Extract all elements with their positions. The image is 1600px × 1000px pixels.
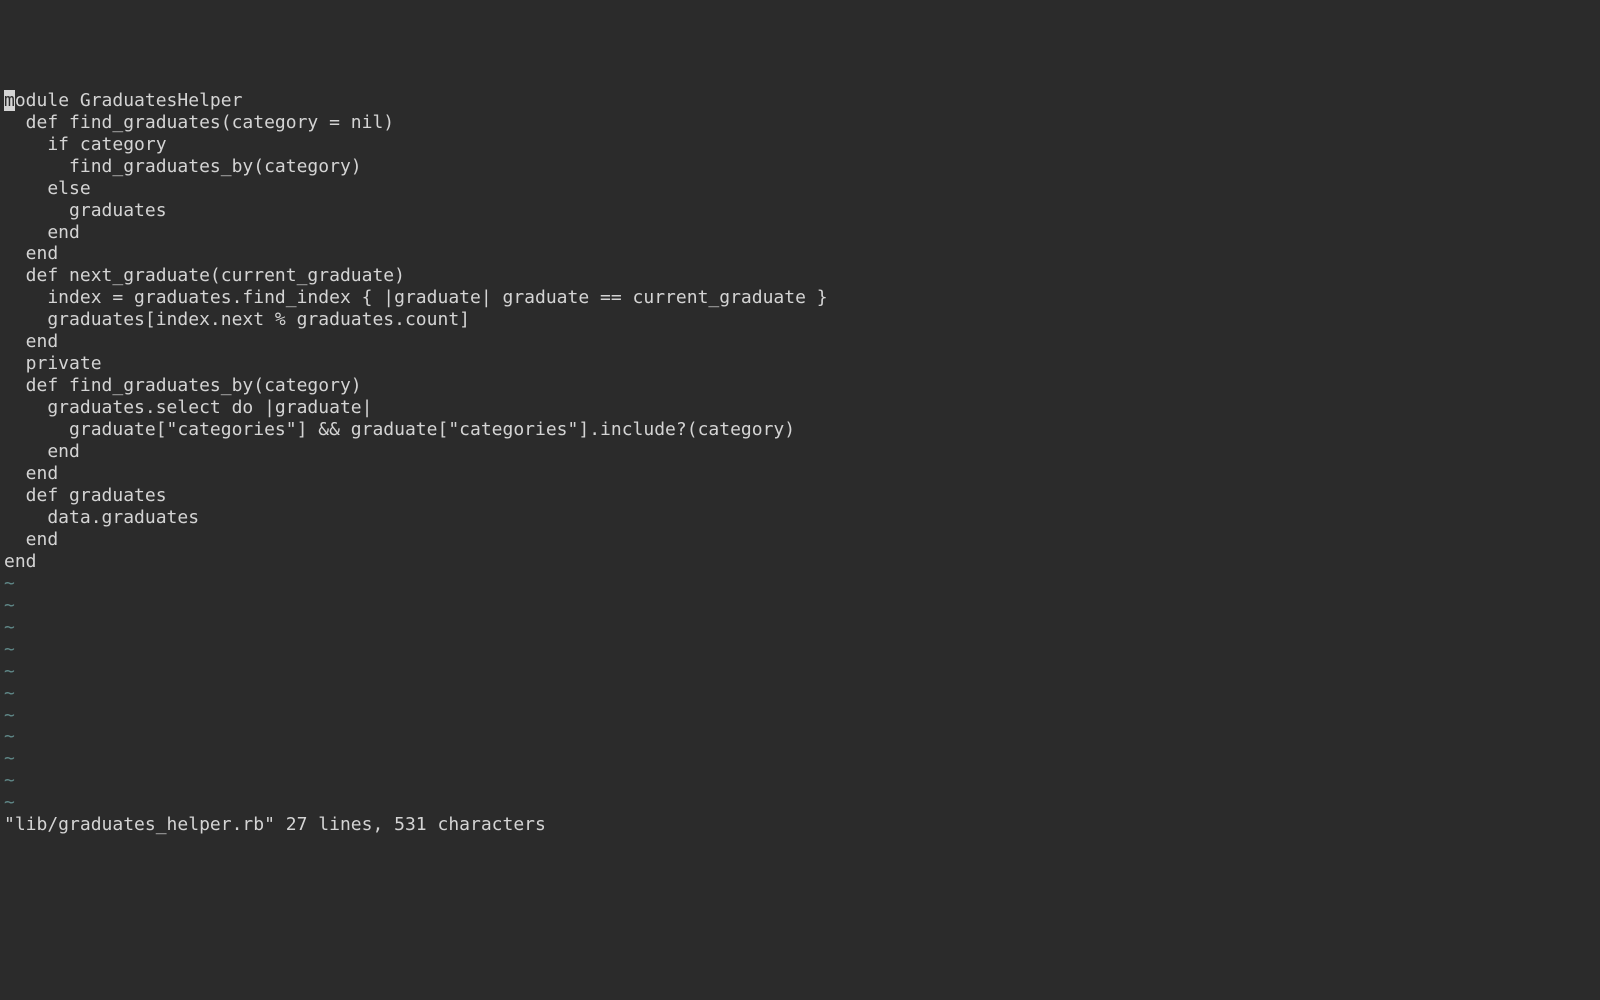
tilde-line: ~ xyxy=(4,792,1596,814)
code-line: end xyxy=(4,529,1596,551)
code-line: def find_graduates(category = nil) xyxy=(4,112,1596,134)
tilde-line: ~ xyxy=(4,748,1596,770)
code-line: end xyxy=(4,243,1596,265)
code-line: find_graduates_by(category) xyxy=(4,156,1596,178)
tilde-line: ~ xyxy=(4,705,1596,727)
code-line: graduates.select do |graduate| xyxy=(4,397,1596,419)
code-line: def next_graduate(current_graduate) xyxy=(4,265,1596,287)
code-line: def graduates xyxy=(4,485,1596,507)
code-line: end xyxy=(4,441,1596,463)
tilde-line: ~ xyxy=(4,639,1596,661)
code-line: else xyxy=(4,178,1596,200)
code-line: index = graduates.find_index { |graduate… xyxy=(4,287,1596,309)
code-text: odule GraduatesHelper xyxy=(15,90,243,111)
tilde-line: ~ xyxy=(4,617,1596,639)
code-line: if category xyxy=(4,134,1596,156)
vim-editor[interactable]: module GraduatesHelper def find_graduate… xyxy=(4,90,1596,836)
tilde-line: ~ xyxy=(4,770,1596,792)
code-line: end xyxy=(4,551,1596,573)
tilde-line: ~ xyxy=(4,573,1596,595)
tilde-line: ~ xyxy=(4,595,1596,617)
vim-status-line: "lib/graduates_helper.rb" 27 lines, 531 … xyxy=(4,814,546,835)
tilde-container: ~~~~~~~~~~~ xyxy=(4,573,1596,814)
tilde-line: ~ xyxy=(4,683,1596,705)
tilde-line: ~ xyxy=(4,726,1596,748)
code-line: graduate["categories"] && graduate["cate… xyxy=(4,419,1596,441)
code-line: def find_graduates_by(category) xyxy=(4,375,1596,397)
code-line: end xyxy=(4,331,1596,353)
code-line: private xyxy=(4,353,1596,375)
tilde-line: ~ xyxy=(4,661,1596,683)
code-line: data.graduates xyxy=(4,507,1596,529)
code-line: end xyxy=(4,222,1596,244)
code-line: graduates xyxy=(4,200,1596,222)
code-line: module GraduatesHelper xyxy=(4,90,1596,112)
cursor: m xyxy=(4,90,15,111)
code-line: graduates[index.next % graduates.count] xyxy=(4,309,1596,331)
code-line: end xyxy=(4,463,1596,485)
